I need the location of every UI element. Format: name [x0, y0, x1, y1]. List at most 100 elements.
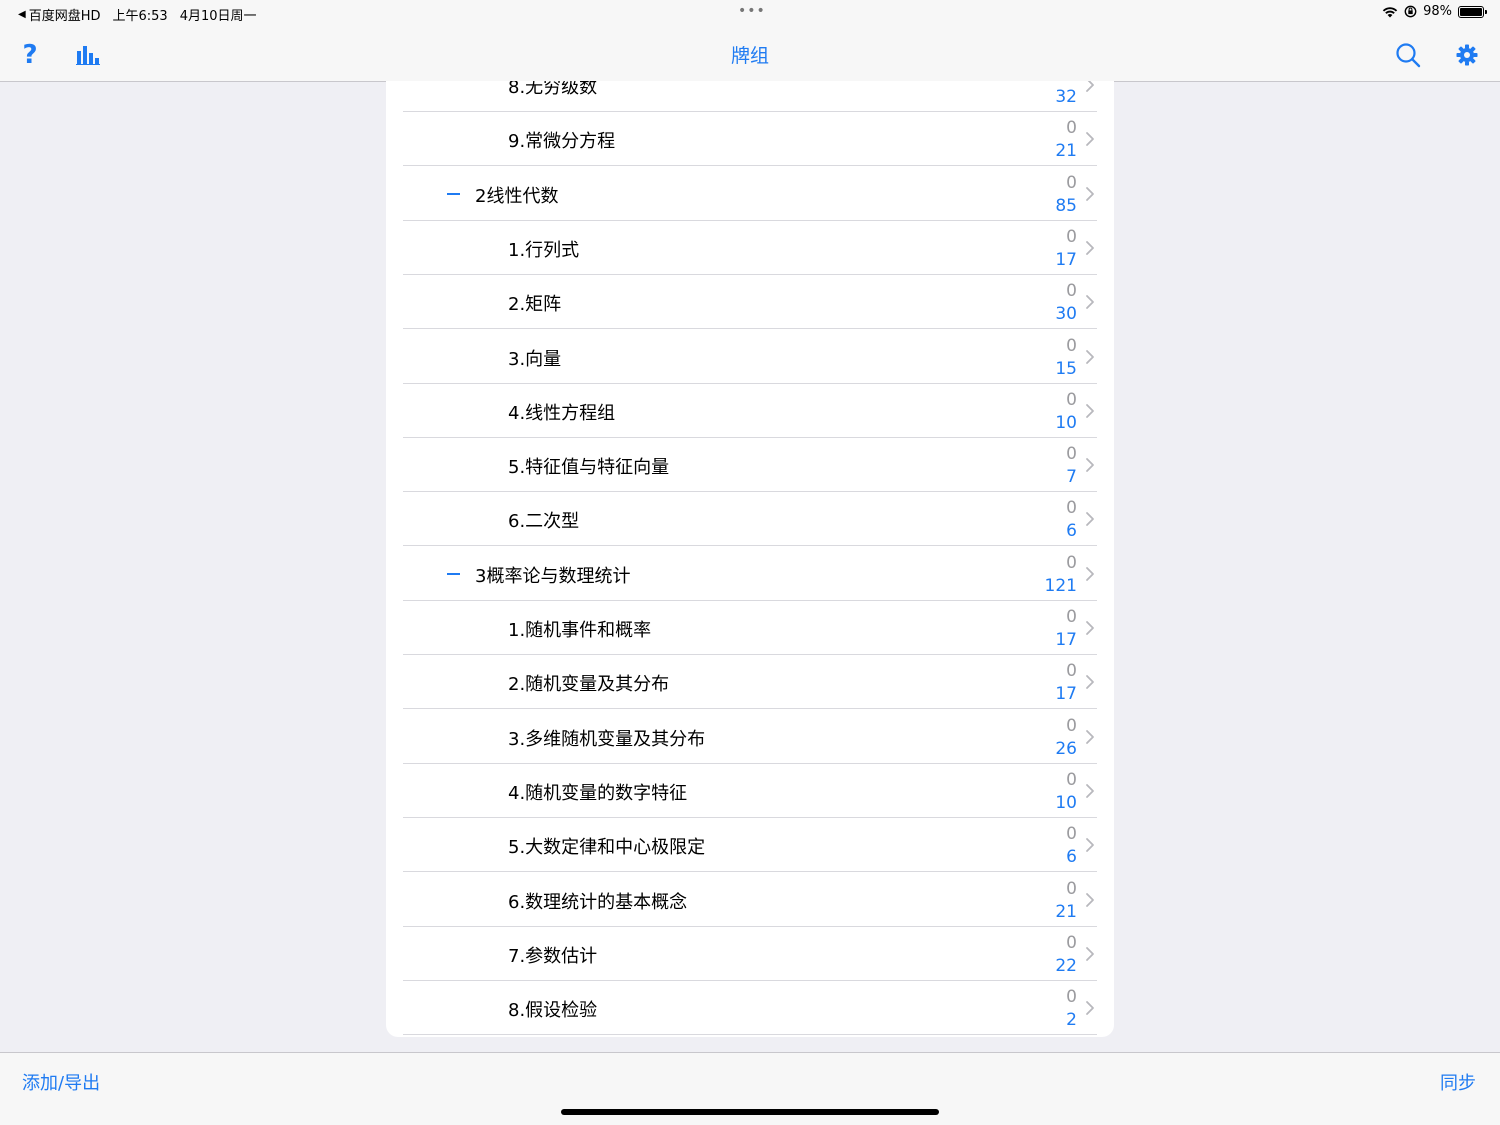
battery-percent: 98% [1423, 4, 1452, 19]
due-count: 30 [1055, 304, 1077, 325]
deck-group-row[interactable]: 3概率论与数理统计 0 121 [403, 547, 1097, 601]
deck-row[interactable]: 7.参数估计 0 22 [403, 927, 1097, 981]
new-count: 0 [1066, 769, 1077, 790]
new-count: 0 [1066, 607, 1077, 627]
deck-name: 8.假设检验 [508, 1000, 598, 1022]
back-arrow-icon[interactable]: ◀ [18, 9, 26, 20]
deck-row[interactable]: 1.随机事件和概率 0 17 [403, 601, 1097, 655]
home-indicator[interactable] [561, 1109, 939, 1115]
status-bar: ◀ 百度网盘HD 上午6:53 4月10日周一 ••• 98% [0, 0, 1500, 26]
chevron-right-icon[interactable] [1083, 892, 1097, 908]
status-time: 上午6:53 [112, 9, 168, 24]
orientation-lock-icon [1404, 5, 1417, 18]
deck-name: 5.特征值与特征向量 [508, 457, 670, 479]
chevron-right-icon[interactable] [1083, 946, 1097, 962]
new-count: 0 [1066, 226, 1077, 247]
new-count: 0 [1066, 715, 1077, 736]
deck-row[interactable]: 4.线性方程组 0 10 [403, 384, 1097, 438]
collapse-minus-icon[interactable] [447, 572, 460, 575]
chevron-right-icon[interactable] [1083, 186, 1097, 202]
deck-row[interactable]: 2.随机变量及其分布 0 17 [403, 655, 1097, 710]
deck-row[interactable]: 1.行列式 0 17 [403, 221, 1097, 275]
deck-name: 4.线性方程组 [508, 402, 616, 424]
new-count: 0 [1066, 987, 1077, 1008]
status-date: 4月10日周一 [179, 9, 257, 24]
deck-row[interactable]: 3.多维随机变量及其分布 0 26 [403, 710, 1097, 764]
deck-name: 6.二次型 [508, 511, 580, 533]
new-count: 0 [1066, 335, 1077, 356]
due-count: 15 [1055, 358, 1077, 379]
new-count: 0 [1066, 389, 1077, 410]
chevron-right-icon[interactable] [1083, 620, 1097, 636]
due-count: 7 [1066, 467, 1077, 488]
page-title: 牌组 [730, 45, 769, 67]
new-count: 0 [1066, 824, 1077, 845]
collapse-minus-icon[interactable] [447, 192, 460, 195]
deck-name: 9.常微分方程 [508, 131, 616, 153]
due-count: 85 [1055, 195, 1077, 216]
chevron-right-icon[interactable] [1083, 349, 1097, 365]
chevron-right-icon[interactable] [1083, 566, 1097, 582]
chevron-right-icon[interactable] [1083, 837, 1097, 853]
due-count: 6 [1066, 847, 1077, 868]
wifi-icon [1382, 6, 1398, 17]
chevron-right-icon[interactable] [1083, 783, 1097, 799]
back-app-label[interactable]: 百度网盘HD [29, 5, 101, 24]
sync-button[interactable]: 同步 [1440, 1069, 1476, 1095]
new-count: 0 [1066, 552, 1077, 573]
deck-row[interactable]: 5.大数定律和中心极限定 0 6 [403, 818, 1097, 873]
deck-name: 8.无穷级数 [508, 81, 598, 98]
due-count: 22 [1055, 955, 1077, 976]
chevron-right-icon[interactable] [1083, 674, 1097, 690]
deck-name: 3.向量 [508, 348, 562, 370]
due-count: 21 [1055, 141, 1077, 162]
search-icon [1396, 43, 1421, 68]
deck-row[interactable]: 6.二次型 0 6 [403, 492, 1097, 547]
multitasking-dots-icon[interactable]: ••• [738, 3, 766, 19]
chevron-right-icon[interactable] [1083, 511, 1097, 527]
new-count: 0 [1066, 498, 1077, 519]
deck-list: 8.无穷级数0329.常微分方程0212线性代数0851.行列式0172.矩阵0… [386, 81, 1114, 1037]
deck-group-row[interactable]: 2线性代数 0 85 [403, 167, 1097, 221]
new-count: 0 [1066, 118, 1077, 139]
gear-icon [1456, 44, 1478, 66]
due-count: 17 [1055, 684, 1077, 705]
add-export-button[interactable]: 添加/导出 [22, 1069, 100, 1095]
chevron-right-icon[interactable] [1083, 294, 1097, 310]
due-count: 121 [1044, 575, 1077, 596]
deck-row[interactable]: 2.矩阵 0 30 [403, 275, 1097, 330]
deck-name: 7.参数估计 [508, 945, 598, 967]
deck-name: 2.随机变量及其分布 [508, 674, 670, 696]
due-count: 26 [1055, 738, 1077, 759]
new-count: 0 [1066, 661, 1077, 682]
deck-name: 2线性代数 [475, 185, 559, 207]
deck-row[interactable]: 4.随机变量的数字特征 0 10 [403, 764, 1097, 818]
chevron-right-icon[interactable] [1083, 729, 1097, 745]
due-count: 2 [1066, 1010, 1077, 1031]
deck-row[interactable]: 6.数理统计的基本概念 0 21 [403, 873, 1097, 927]
deck-name: 6.数理统计的基本概念 [508, 891, 688, 913]
new-count: 0 [1066, 172, 1077, 193]
chevron-right-icon[interactable] [1083, 131, 1097, 147]
deck-row[interactable]: 8.无穷级数 0 32 [403, 81, 1097, 112]
due-count: 17 [1055, 630, 1077, 650]
due-count: 10 [1055, 412, 1077, 433]
chevron-right-icon[interactable] [1083, 81, 1097, 93]
deck-row[interactable]: 9.常微分方程 0 21 [403, 112, 1097, 167]
chevron-right-icon[interactable] [1083, 403, 1097, 419]
chevron-right-icon[interactable] [1083, 457, 1097, 473]
new-count: 0 [1066, 444, 1077, 465]
deck-row[interactable]: 8.假设检验 0 2 [403, 981, 1097, 1036]
battery-icon [1458, 5, 1487, 18]
new-count: 0 [1066, 81, 1077, 84]
due-count: 10 [1055, 792, 1077, 813]
deck-row[interactable]: 5.特征值与特征向量 0 7 [403, 438, 1097, 493]
settings-button[interactable] [1450, 38, 1484, 72]
chevron-right-icon[interactable] [1083, 240, 1097, 256]
chevron-right-icon[interactable] [1083, 1000, 1097, 1016]
search-button[interactable] [1391, 38, 1425, 72]
deck-row[interactable]: 3.向量 0 15 [403, 330, 1097, 384]
new-count: 0 [1066, 878, 1077, 899]
due-count: 32 [1055, 87, 1077, 107]
status-right: 98% [1382, 4, 1487, 19]
